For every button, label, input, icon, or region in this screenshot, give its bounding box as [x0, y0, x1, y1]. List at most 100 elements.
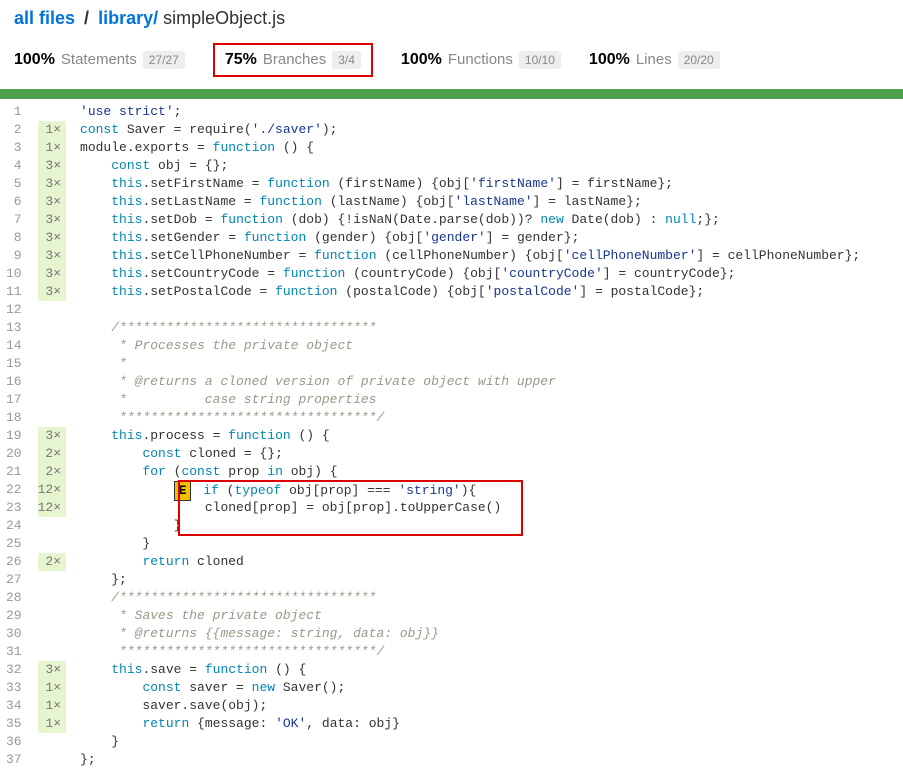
stat-statements: 100% Statements 27/27 — [14, 51, 185, 69]
hit-counts: 1×1×3×3×3×3×3×3×3×3× 3×2×2×12×12× 2× 3×1… — [32, 99, 72, 773]
hit-count: 3× — [38, 247, 66, 265]
hit-count: 3× — [38, 211, 66, 229]
code-line: * @returns a cloned version of private o… — [72, 373, 903, 391]
code-line: * Saves the private object — [72, 607, 903, 625]
code-line: const saver = new Saver(); — [72, 679, 903, 697]
code-line: this.setFirstName = function (firstName)… — [72, 175, 903, 193]
code-line: * case string properties — [72, 391, 903, 409]
stat-fraction: 3/4 — [332, 51, 361, 69]
line-numbers: 1234567891011121314151617181920212223242… — [0, 99, 32, 773]
code-line: this.setDob = function (dob) {!isNaN(Dat… — [72, 211, 903, 229]
hit-count — [38, 625, 66, 643]
code-line: } — [72, 733, 903, 751]
line-number: 30 — [6, 625, 22, 643]
line-number: 19 — [6, 427, 22, 445]
line-number: 29 — [6, 607, 22, 625]
code-line: return cloned — [72, 553, 903, 571]
stat-pct: 75% — [225, 51, 257, 69]
hit-count — [38, 337, 66, 355]
line-number: 6 — [6, 193, 22, 211]
hit-count: 3× — [38, 283, 66, 301]
line-number: 7 — [6, 211, 22, 229]
stat-lines: 100% Lines 20/20 — [589, 51, 720, 69]
line-number: 27 — [6, 571, 22, 589]
code-line: }; — [72, 751, 903, 769]
stat-label: Statements — [61, 51, 137, 68]
line-number: 11 — [6, 283, 22, 301]
stat-fraction: 20/20 — [678, 51, 720, 69]
stat-label: Functions — [448, 51, 513, 68]
code-line: const Saver = require('./saver'); — [72, 121, 903, 139]
line-number: 18 — [6, 409, 22, 427]
code-line: this.save = function () { — [72, 661, 903, 679]
line-number: 20 — [6, 445, 22, 463]
line-number: 33 — [6, 679, 22, 697]
stat-fraction: 27/27 — [143, 51, 185, 69]
hit-count — [38, 589, 66, 607]
line-number: 34 — [6, 697, 22, 715]
hit-count: 3× — [38, 661, 66, 679]
line-number: 22 — [6, 481, 22, 499]
coverage-stats: 100% Statements 27/27 75% Branches 3/4 1… — [0, 29, 903, 89]
line-number: 9 — [6, 247, 22, 265]
code-line: }; — [72, 571, 903, 589]
hit-count: 3× — [38, 229, 66, 247]
line-number: 32 — [6, 661, 22, 679]
line-number: 16 — [6, 373, 22, 391]
line-number: 12 — [6, 301, 22, 319]
hit-count — [38, 319, 66, 337]
stat-pct: 100% — [14, 51, 55, 69]
line-number: 14 — [6, 337, 22, 355]
stat-pct: 100% — [401, 51, 442, 69]
line-number: 13 — [6, 319, 22, 337]
hit-count: 12× — [38, 499, 66, 517]
line-number: 8 — [6, 229, 22, 247]
breadcrumb-root-link[interactable]: all files — [14, 8, 75, 28]
breadcrumb-sep: / — [80, 8, 93, 28]
line-number: 10 — [6, 265, 22, 283]
code-line: } — [72, 535, 903, 553]
code-line — [72, 301, 903, 319]
hit-count — [38, 607, 66, 625]
code-line: this.setLastName = function (lastName) {… — [72, 193, 903, 211]
hit-count — [38, 517, 66, 535]
line-number: 36 — [6, 733, 22, 751]
code-line: cloned[prop] = obj[prop].toUpperCase() — [72, 499, 903, 517]
code-line: this.setPostalCode = function (postalCod… — [72, 283, 903, 301]
code-line: module.exports = function () { — [72, 139, 903, 157]
breadcrumb: all files / library/ simpleObject.js — [0, 0, 903, 29]
line-number: 1 — [6, 103, 22, 121]
stat-functions: 100% Functions 10/10 — [401, 51, 561, 69]
line-number: 3 — [6, 139, 22, 157]
code-line: E if (typeof obj[prop] === 'string'){ — [72, 481, 903, 499]
line-number: 5 — [6, 175, 22, 193]
hit-count — [38, 391, 66, 409]
hit-count: 3× — [38, 193, 66, 211]
code-line: } — [72, 517, 903, 535]
line-number: 17 — [6, 391, 22, 409]
hit-count: 1× — [38, 679, 66, 697]
hit-count — [38, 301, 66, 319]
coverage-bar — [0, 89, 903, 99]
hit-count: 3× — [38, 175, 66, 193]
line-number: 23 — [6, 499, 22, 517]
hit-count: 3× — [38, 157, 66, 175]
line-number: 31 — [6, 643, 22, 661]
line-number: 25 — [6, 535, 22, 553]
code-line: * Processes the private object — [72, 337, 903, 355]
code-line: return {message: 'OK', data: obj} — [72, 715, 903, 733]
stat-branches: 75% Branches 3/4 — [213, 43, 373, 77]
line-number: 37 — [6, 751, 22, 769]
line-number: 21 — [6, 463, 22, 481]
hit-count — [38, 643, 66, 661]
line-number: 35 — [6, 715, 22, 733]
hit-count — [38, 409, 66, 427]
breadcrumb-folder-link[interactable]: library/ — [98, 8, 158, 28]
code-lines: 'use strict';const Saver = require('./sa… — [72, 99, 903, 773]
hit-count — [38, 751, 66, 769]
code-line: for (const prop in obj) { — [72, 463, 903, 481]
stat-label: Branches — [263, 51, 326, 68]
breadcrumb-current: simpleObject.js — [163, 8, 285, 28]
hit-count: 2× — [38, 463, 66, 481]
line-number: 4 — [6, 157, 22, 175]
